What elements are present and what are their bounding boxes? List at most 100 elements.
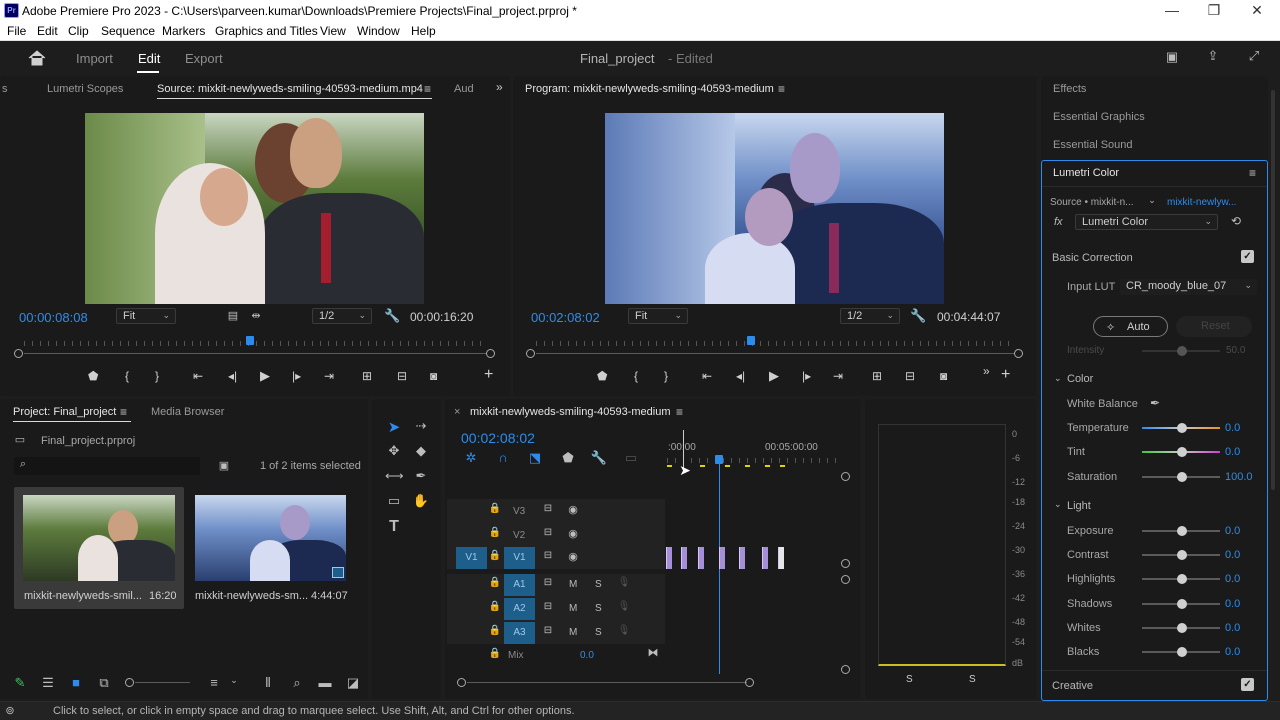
shadows-knob[interactable] <box>1177 599 1187 609</box>
write-protect-icon[interactable]: ✎ <box>12 675 28 691</box>
mark-in-icon[interactable]: { <box>125 369 129 383</box>
extract-icon[interactable]: ⊟ <box>905 369 915 383</box>
maximize-button[interactable]: ❐ <box>1199 2 1229 19</box>
menu-sequence[interactable]: Sequence <box>101 24 155 38</box>
source-menu-icon[interactable]: ≡ <box>424 82 431 96</box>
go-to-in-icon[interactable]: ⇤ <box>193 369 203 383</box>
type-tool-icon[interactable]: T <box>385 518 403 536</box>
tab-export[interactable]: Export <box>185 51 223 66</box>
a3-sync-icon[interactable]: ⊟ <box>541 625 555 636</box>
tab-import[interactable]: Import <box>76 51 113 66</box>
program-add-marker-icon[interactable]: ⬟ <box>597 369 607 383</box>
program-export-frame-icon[interactable]: ◙ <box>940 369 947 383</box>
find-icon[interactable]: ⌕ <box>289 675 305 691</box>
a-scroll-top[interactable] <box>841 575 850 584</box>
v-scroll-bottom[interactable] <box>841 559 850 568</box>
marker-6[interactable] <box>780 465 785 467</box>
a2-sync-icon[interactable]: ⊟ <box>541 601 555 612</box>
h-scroll-end[interactable] <box>745 678 754 687</box>
mix-value[interactable]: 0.0 <box>580 650 594 661</box>
reset-effect-icon[interactable]: ⟲ <box>1228 214 1244 228</box>
mix-end-icon[interactable]: ⧓ <box>646 646 660 659</box>
source-settings-icon[interactable]: 🔧 <box>384 308 400 324</box>
contrast-value[interactable]: 0.0 <box>1225 549 1240 561</box>
captions-icon[interactable]: ▭ <box>622 450 640 466</box>
reset-button[interactable]: Reset <box>1176 316 1252 337</box>
color-collapse-icon[interactable]: ⌄ <box>1054 373 1062 384</box>
sequence-menu-icon[interactable]: ≡ <box>676 405 683 419</box>
program-play-icon[interactable]: ▶ <box>769 368 779 384</box>
close-button[interactable]: ✕ <box>1242 2 1272 19</box>
program-step-back-icon[interactable]: ◂| <box>736 369 745 383</box>
timeline-marker-icon[interactable]: ⬟ <box>559 450 577 466</box>
marker-3[interactable] <box>725 465 730 467</box>
track-a1-label[interactable]: A1 <box>504 574 535 596</box>
creative-section-header[interactable]: Creative <box>1052 680 1093 692</box>
light-collapse-icon[interactable]: ⌄ <box>1054 499 1062 510</box>
a3-lock-icon[interactable]: 🔒 <box>488 625 502 636</box>
source-scrub-end[interactable] <box>486 349 495 358</box>
linked-selection-icon[interactable]: ⬔ <box>526 450 544 466</box>
nest-icon[interactable]: ✲ <box>462 450 480 466</box>
play-icon[interactable]: ▶ <box>260 368 270 384</box>
v2-sync-icon[interactable]: ⊟ <box>541 527 555 538</box>
tab-essential-graphics[interactable]: Essential Graphics <box>1053 111 1145 123</box>
source-scrub-start[interactable] <box>14 349 23 358</box>
v1-sync-icon[interactable]: ⊟ <box>541 550 555 561</box>
project-thumbnail-1[interactable] <box>23 495 175 581</box>
color-section-header[interactable]: Color <box>1067 373 1093 385</box>
menu-file[interactable]: File <box>7 24 26 38</box>
clip-2[interactable] <box>681 547 687 569</box>
menu-markers[interactable]: Markers <box>162 24 205 38</box>
right-panel-scrollbar[interactable] <box>1271 90 1275 490</box>
program-button-editor-icon[interactable]: + <box>1001 366 1010 384</box>
new-bin-from-search-icon[interactable]: ▣ <box>216 459 232 472</box>
program-go-to-in-icon[interactable]: ⇤ <box>702 369 712 383</box>
lumetri-title[interactable]: Lumetri Color <box>1053 167 1119 179</box>
menu-view[interactable]: View <box>320 24 346 38</box>
program-mark-in-icon[interactable]: { <box>634 369 638 383</box>
highlights-knob[interactable] <box>1177 574 1187 584</box>
lumetri-source[interactable]: Source • mixkit-n... <box>1050 197 1134 208</box>
a2-solo[interactable]: S <box>595 603 602 614</box>
marker-4[interactable] <box>745 465 750 467</box>
source-playhead[interactable] <box>246 336 255 345</box>
snap-icon[interactable]: ∩ <box>494 450 512 465</box>
menu-edit[interactable]: Edit <box>37 24 58 38</box>
eyedropper-icon[interactable]: ✒ <box>1147 396 1163 410</box>
a1-mute[interactable]: M <box>569 579 577 590</box>
program-resolution-dropdown[interactable]: 1/2 ⌄ <box>840 308 900 324</box>
saturation-value[interactable]: 100.0 <box>1225 471 1253 483</box>
a1-mic-icon[interactable]: 🎙 <box>617 577 631 588</box>
whites-value[interactable]: 0.0 <box>1225 622 1240 634</box>
program-menu-icon[interactable]: ≡ <box>778 82 785 96</box>
go-to-out-icon[interactable]: ⇥ <box>324 369 334 383</box>
fullscreen-icon[interactable]: ⤢ <box>1245 48 1263 64</box>
tab-overflow[interactable]: s <box>2 83 8 95</box>
input-lut-dropdown[interactable]: CR_moody_blue_07 ⌄ <box>1120 279 1257 295</box>
v3-sync-icon[interactable]: ⊟ <box>541 503 555 514</box>
zoom-slider-track[interactable] <box>135 682 190 683</box>
program-go-to-out-icon[interactable]: ⇥ <box>833 369 843 383</box>
v1-eye-icon[interactable]: ◉ <box>566 550 580 563</box>
a1-lock-icon[interactable]: 🔒 <box>488 577 502 588</box>
basic-correction-header[interactable]: Basic Correction <box>1052 252 1133 264</box>
drag-video-icon[interactable]: ⇹ <box>249 309 263 322</box>
v3-eye-icon[interactable]: ◉ <box>566 503 580 516</box>
saturation-knob[interactable] <box>1177 472 1187 482</box>
v-scroll-top[interactable] <box>841 472 850 481</box>
highlights-value[interactable]: 0.0 <box>1225 573 1240 585</box>
close-sequence-icon[interactable]: × <box>454 406 460 418</box>
sort-dropdown-icon[interactable]: ⌄ <box>228 675 240 686</box>
a-scroll-bottom[interactable] <box>841 665 850 674</box>
more-tabs-icon[interactable]: » <box>496 80 503 94</box>
basic-correction-checkbox[interactable]: ✓ <box>1241 250 1254 263</box>
quick-export-icon[interactable]: ▣ <box>1163 49 1181 65</box>
temperature-value[interactable]: 0.0 <box>1225 422 1240 434</box>
clip-7[interactable] <box>778 547 784 569</box>
meter-solo-right[interactable]: S <box>969 674 976 685</box>
clip-6[interactable] <box>762 547 768 569</box>
exposure-value[interactable]: 0.0 <box>1225 525 1240 537</box>
razor-icon[interactable]: ◆ <box>412 443 430 459</box>
tab-edit[interactable]: Edit <box>138 51 160 66</box>
